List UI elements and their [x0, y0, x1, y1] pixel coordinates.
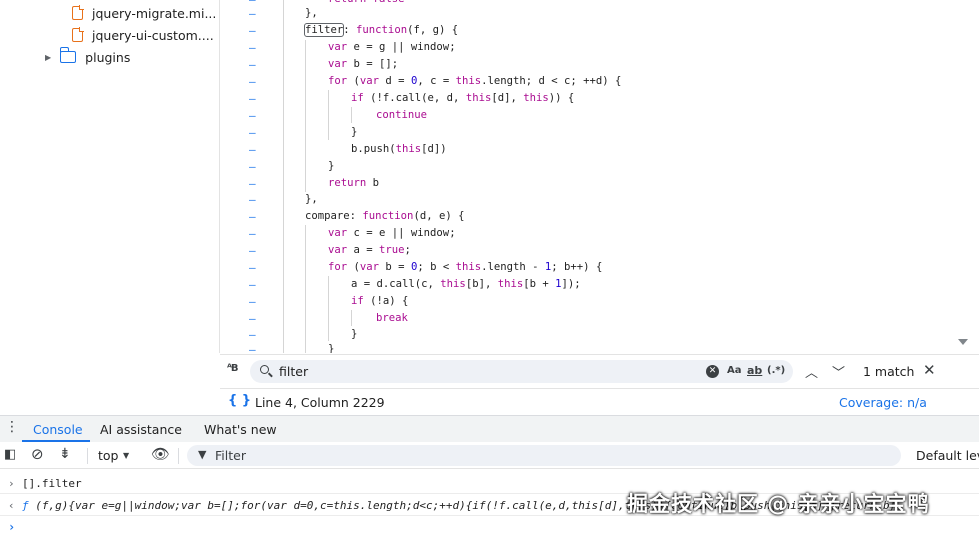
- result-chevron-icon: ‹: [8, 499, 15, 512]
- replace-toggle-icon[interactable]: ᴬB: [227, 363, 238, 374]
- vertical-scrollbar[interactable]: [946, 0, 979, 353]
- collapse-icon[interactable]: ⇟: [59, 446, 71, 462]
- clear-console-icon[interactable]: ⊘: [31, 445, 44, 463]
- tree-item-label: jquery-ui-custom....: [92, 27, 214, 43]
- context-selector[interactable]: top: [98, 448, 118, 463]
- live-expression-eye-icon[interactable]: 👁: [151, 445, 170, 463]
- coverage-link[interactable]: Coverage: n/a: [839, 395, 927, 410]
- console-input-text: [].filter: [22, 477, 82, 490]
- function-symbol: ƒ: [22, 499, 29, 512]
- code-line: –}: [249, 343, 335, 353]
- code-line: – var a = true;: [249, 244, 411, 257]
- code-line: – var c = e || window;: [249, 227, 456, 240]
- tree-item-plugins[interactable]: ▶ plugins: [45, 46, 130, 68]
- pretty-print-braces-icon[interactable]: { }: [228, 393, 251, 408]
- drawer-menu-icon[interactable]: ⋮: [5, 419, 19, 435]
- console-filter-field[interactable]: ▼ Filter: [187, 445, 901, 466]
- code-line: – for (var b = 0; b < this.length - 1; b+…: [249, 261, 603, 274]
- folder-icon: [59, 47, 77, 63]
- code-line: – return b: [249, 177, 380, 190]
- toolbar-divider: [87, 448, 88, 464]
- tab-ai-assistance[interactable]: AI assistance: [100, 422, 182, 437]
- code-line: – var b = [];: [249, 58, 399, 71]
- code-line: – a = d.call(c, this[b], this[b + 1]);: [249, 278, 581, 291]
- code-line: – compare: function(d, e) {: [249, 210, 465, 223]
- search-icon: [260, 365, 269, 374]
- code-line: – if (!a) {: [249, 295, 409, 308]
- code-line: –}: [249, 126, 358, 139]
- scroll-down-arrow-icon[interactable]: [958, 339, 968, 345]
- code-line: – continue: [249, 109, 428, 122]
- match-count: 1 match: [863, 364, 915, 379]
- code-line: –},: [249, 193, 318, 206]
- code-line: – var e = g || window;: [249, 41, 456, 54]
- regex-button[interactable]: (.*): [767, 365, 785, 376]
- input-chevron-icon: ›: [8, 477, 15, 490]
- filter-input[interactable]: Filter: [215, 448, 246, 463]
- filter-funnel-icon: ▼: [198, 448, 207, 461]
- code-editor[interactable]: –return false –}, –filter: function(f, g…: [221, 0, 946, 353]
- console-prompt[interactable]: ›: [8, 520, 15, 533]
- js-file-icon: [72, 27, 84, 42]
- tab-whats-new[interactable]: What's new: [204, 422, 277, 437]
- log-levels-dropdown[interactable]: Default levels: [916, 448, 979, 463]
- search-input[interactable]: filter: [279, 364, 308, 379]
- status-bar: { } Line 4, Column 2229 Coverage: n/a: [220, 388, 979, 415]
- file-tree: jquery-migrate.mi... jquery-ui-custom...…: [0, 0, 220, 353]
- code-line: – break: [249, 312, 408, 325]
- clear-search-icon[interactable]: ✕: [706, 365, 719, 378]
- code-line: – for (var d = 0, c = this.length; d < c;…: [249, 75, 622, 88]
- tree-item-jquery-migrate[interactable]: jquery-migrate.mi...: [72, 2, 216, 24]
- tree-item-jquery-ui-custom[interactable]: jquery-ui-custom....: [72, 24, 214, 46]
- js-file-icon: [72, 5, 84, 20]
- next-match-chevron-down-icon[interactable]: ﹀: [832, 362, 845, 381]
- code-line: –}: [249, 160, 335, 173]
- code-line: – filter: function(f, g) {: [249, 23, 459, 37]
- match-case-button[interactable]: Aa: [727, 365, 742, 376]
- cursor-position: Line 4, Column 2229: [255, 395, 385, 410]
- toolbar-divider: [178, 448, 179, 464]
- sidebar-toggle-icon[interactable]: ◧: [4, 447, 16, 462]
- tree-item-label: plugins: [85, 49, 131, 65]
- whole-word-button[interactable]: ab: [747, 364, 762, 377]
- scrollbar-thumb[interactable]: [956, 0, 966, 330]
- drawer-tabbar: ⋮ Console AI assistance What's new: [0, 415, 979, 442]
- code-line: – if (!f.call(e, d, this[d], this)) {: [249, 92, 575, 105]
- code-line: – b.push(this[d]): [249, 143, 447, 156]
- watermark: 掘金技术社区 @ 亲亲小宝宝鸭: [627, 492, 930, 516]
- close-search-icon[interactable]: ✕: [923, 361, 936, 379]
- search-match-highlight: filter: [303, 23, 345, 37]
- code-line: –},: [249, 7, 318, 20]
- context-chevron-down-icon[interactable]: ▼: [123, 451, 129, 460]
- search-field[interactable]: filter ✕ Aa ab (.*): [250, 360, 793, 383]
- search-bar: ᴬB filter ✕ Aa ab (.*) ︿ ﹀ 1 match ✕: [220, 354, 979, 388]
- previous-match-chevron-up-icon[interactable]: ︿: [805, 362, 818, 381]
- tab-console[interactable]: Console: [33, 422, 83, 437]
- chevron-right-icon[interactable]: ▶: [45, 53, 51, 62]
- tree-item-label: jquery-migrate.mi...: [92, 5, 217, 21]
- console-toolbar: ◧ ⊘ ⇟ top ▼ 👁 ▼ Filter Default levels: [0, 442, 979, 469]
